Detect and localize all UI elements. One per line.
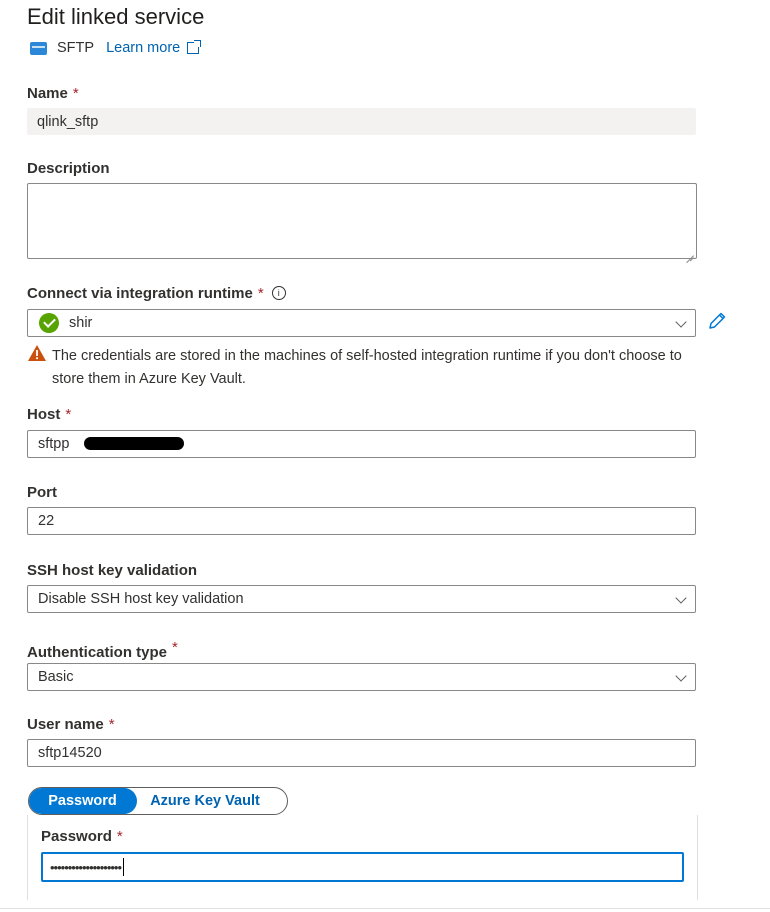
runtime-dropdown[interactable]: shir — [27, 309, 696, 337]
password-input[interactable]: •••••••••••••••••••• — [41, 852, 684, 882]
required-mark: * — [172, 639, 178, 656]
connector-info: SFTP Learn more — [30, 38, 202, 58]
external-link-icon — [187, 40, 202, 54]
user-name-input[interactable]: sftp14520 — [27, 739, 696, 767]
password-label: Password * — [41, 828, 123, 845]
host-label-text: Host — [27, 406, 61, 423]
required-mark: * — [108, 716, 115, 733]
host-value: sftpp — [38, 436, 70, 452]
check-circle-icon — [39, 313, 59, 333]
info-icon[interactable]: i — [271, 286, 286, 300]
page-title: Edit linked service — [27, 4, 205, 29]
port-label: Port — [27, 484, 57, 501]
sftp-connector-icon — [30, 41, 47, 55]
ssh-validation-label: SSH host key validation — [27, 562, 198, 579]
user-name-label-text: User name — [27, 716, 104, 733]
user-name-label: User name * — [27, 716, 115, 733]
description-textarea[interactable] — [27, 183, 697, 259]
description-label: Description — [27, 160, 110, 177]
auth-type-label-text: Authentication type — [27, 644, 168, 661]
auth-type-dropdown[interactable]: Basic — [27, 663, 696, 691]
ssh-validation-dropdown[interactable]: Disable SSH host key validation — [27, 585, 696, 613]
warning-icon — [28, 345, 46, 361]
required-mark: * — [257, 285, 264, 302]
redaction-mark — [84, 437, 184, 450]
connector-name: SFTP — [57, 40, 95, 56]
password-source-toggle: Password Azure Key Vault — [28, 787, 288, 815]
port-value: 22 — [38, 513, 55, 529]
port-input[interactable]: 22 — [27, 507, 696, 535]
name-value: qlink_sftp — [37, 113, 99, 130]
host-label: Host * — [27, 406, 71, 423]
name-label-text: Name — [27, 85, 68, 102]
chevron-down-icon — [675, 316, 687, 328]
credentials-warning: The credentials are stored in the machin… — [52, 348, 682, 387]
runtime-label: Connect via integration runtime * i — [27, 285, 286, 302]
edit-pencil-icon[interactable] — [706, 310, 728, 332]
password-masked-value: •••••••••••••••••••• — [50, 859, 122, 875]
runtime-label-text: Connect via integration runtime — [27, 285, 253, 302]
learn-more-link[interactable]: Learn more — [106, 40, 202, 56]
password-label-text: Password — [41, 828, 112, 845]
resize-handle-icon[interactable] — [686, 248, 694, 256]
chevron-down-icon — [675, 592, 687, 604]
user-name-value: sftp14520 — [38, 745, 102, 761]
divider — [0, 908, 770, 909]
runtime-selected: shir — [69, 315, 93, 331]
learn-more-label: Learn more — [106, 40, 181, 56]
toggle-azure-key-vault[interactable]: Azure Key Vault — [137, 793, 273, 809]
required-mark: * — [72, 85, 79, 102]
name-field: qlink_sftp — [27, 108, 696, 135]
ssh-validation-selected: Disable SSH host key validation — [38, 591, 244, 607]
text-cursor — [123, 858, 125, 876]
auth-type-selected: Basic — [38, 669, 74, 685]
auth-type-label: Authentication type * — [27, 639, 178, 661]
required-mark: * — [65, 406, 72, 423]
name-label: Name * — [27, 85, 79, 102]
chevron-down-icon — [675, 670, 687, 682]
toggle-password[interactable]: Password — [29, 788, 137, 814]
required-mark: * — [116, 828, 123, 845]
